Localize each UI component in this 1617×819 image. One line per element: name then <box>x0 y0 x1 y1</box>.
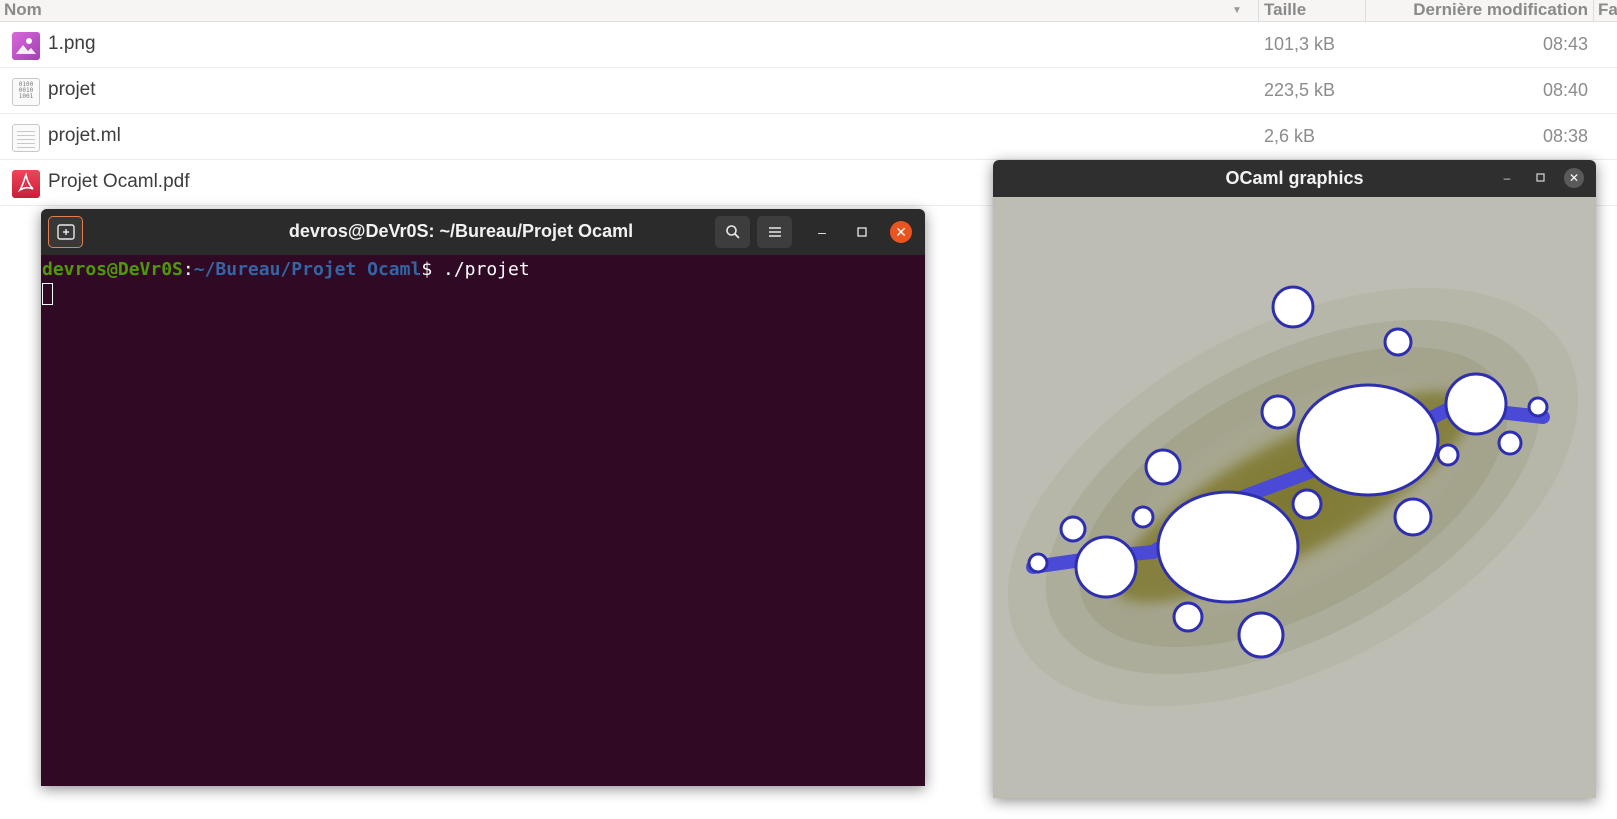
ocaml-graphics-window[interactable]: OCaml graphics – ✕ <box>993 160 1596 798</box>
terminal-window[interactable]: devros@DeVr0S: ~/Bureau/Projet Ocaml – ✕… <box>41 209 925 786</box>
terminal-output[interactable]: devros@DeVr0S:~/Bureau/Projet Ocaml$ ./p… <box>41 255 925 786</box>
file-row[interactable]: 1.png 101,3 kB 08:43 <box>0 22 1617 68</box>
file-row[interactable]: projet.ml 2,6 kB 08:38 <box>0 114 1617 160</box>
file-name: projet <box>48 79 96 100</box>
desktop-screen: Nom ▼ Taille Dernière modification Fa 1.… <box>0 0 1617 819</box>
text-file-icon <box>12 124 40 152</box>
ocaml-window-titlebar[interactable]: OCaml graphics – ✕ <box>993 160 1596 197</box>
file-size: 2,6 kB <box>1264 126 1316 146</box>
close-icon[interactable]: ✕ <box>890 221 912 243</box>
close-icon[interactable]: ✕ <box>1564 168 1584 188</box>
prompt-colon: : <box>182 259 194 280</box>
minimize-icon[interactable]: – <box>1497 168 1517 188</box>
new-tab-icon[interactable] <box>48 216 83 248</box>
column-separator[interactable] <box>1258 0 1259 22</box>
file-size: 101,3 kB <box>1264 34 1336 54</box>
file-row[interactable]: 0100 0010 1001 projet 223,5 kB 08:40 <box>0 68 1617 114</box>
column-header-name[interactable]: Nom <box>4 0 1234 22</box>
column-header-size[interactable]: Taille <box>1264 0 1364 22</box>
column-header-modified[interactable]: Dernière modification <box>1370 0 1588 22</box>
file-name: projet.ml <box>48 125 121 146</box>
minimize-icon[interactable]: – <box>811 221 833 243</box>
binary-file-icon: 0100 0010 1001 <box>12 78 40 106</box>
file-modified: 08:38 <box>1542 126 1588 146</box>
hamburger-menu-icon[interactable] <box>757 216 792 248</box>
prompt-command: $ ./projet <box>421 259 530 280</box>
terminal-title: devros@DeVr0S: ~/Bureau/Projet Ocaml <box>288 221 634 241</box>
file-modified: 08:43 <box>1542 34 1588 54</box>
search-icon[interactable] <box>715 216 750 248</box>
file-size: 223,5 kB <box>1264 80 1336 100</box>
julia-fractal-image <box>1007 285 1579 707</box>
file-name: 1.png <box>48 33 96 54</box>
sort-descending-icon[interactable]: ▼ <box>1232 6 1244 16</box>
file-list-header: Nom ▼ Taille Dernière modification Fa <box>0 0 1617 22</box>
column-header-extra[interactable]: Fa <box>1598 0 1617 22</box>
text-cursor <box>42 283 53 305</box>
maximize-icon[interactable] <box>851 221 873 243</box>
column-separator[interactable] <box>1593 0 1594 22</box>
prompt-path: ~/Bureau/Projet Ocaml <box>193 259 422 280</box>
fractal-canvas[interactable] <box>993 197 1596 798</box>
column-separator[interactable] <box>1365 0 1366 22</box>
file-name: Projet Ocaml.pdf <box>48 171 190 192</box>
terminal-titlebar[interactable]: devros@DeVr0S: ~/Bureau/Projet Ocaml – ✕ <box>41 209 925 255</box>
file-modified: 08:40 <box>1542 80 1588 100</box>
prompt-user: devros@DeVr0S <box>42 259 183 280</box>
pdf-file-icon <box>12 170 40 198</box>
maximize-icon[interactable] <box>1530 168 1550 188</box>
image-file-icon <box>12 32 40 60</box>
